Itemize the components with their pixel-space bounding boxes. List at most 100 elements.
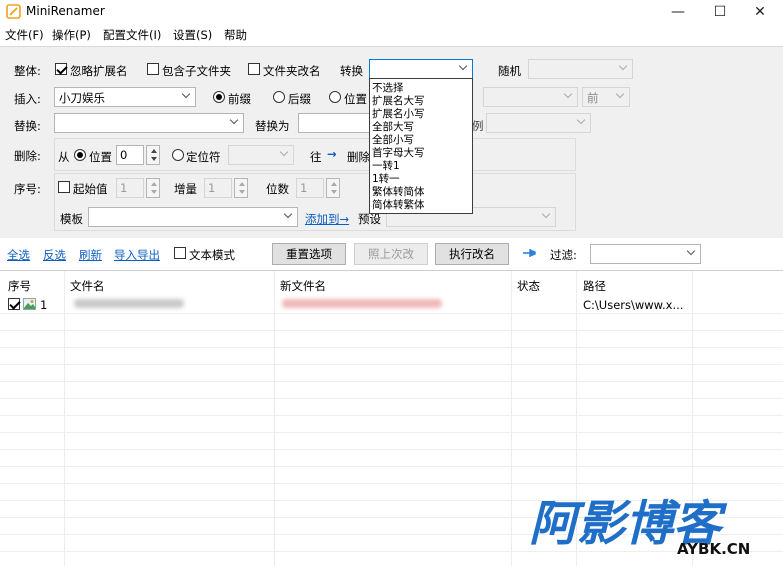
include-subfolders-label: 包含子文件夹 — [162, 64, 231, 78]
refresh-link[interactable]: 刷新 — [79, 247, 102, 263]
header-new-filename[interactable]: 新文件名 — [280, 278, 326, 294]
folder-rename-checkbox[interactable] — [248, 63, 260, 75]
convert-option-all-upper[interactable]: 全部大写 — [372, 121, 414, 134]
row-index: 1 — [40, 298, 48, 312]
header-index[interactable]: 序号 — [8, 278, 31, 294]
convert-option-cn-to-num[interactable]: 一转1 — [372, 160, 400, 173]
select-all-link[interactable]: 全选 — [7, 247, 30, 263]
delete-direction-icon[interactable]: → — [327, 147, 337, 161]
delete-position-input[interactable]: 0 — [116, 145, 144, 165]
insert-text-select[interactable]: 小刀娱乐 — [54, 87, 196, 107]
row-divider — [0, 313, 783, 314]
prefix-radio[interactable] — [213, 91, 225, 103]
suffix-label: 后缀 — [288, 92, 311, 106]
invert-selection-link[interactable]: 反选 — [43, 247, 66, 263]
replace-from-select[interactable] — [54, 113, 244, 133]
random-label: 随机 — [498, 64, 521, 78]
header-status[interactable]: 状态 — [517, 278, 540, 294]
convert-option-num-to-cn[interactable]: 1转一 — [372, 173, 400, 186]
convert-option-simp-to-trad[interactable]: 简体转繁体 — [372, 199, 425, 212]
start-value-value: 1 — [120, 181, 128, 195]
header-filename[interactable]: 文件名 — [70, 278, 105, 294]
increment-input[interactable]: 1 — [204, 178, 232, 198]
import-export-link[interactable]: 导入导出 — [114, 247, 160, 263]
digits-spinner[interactable] — [326, 178, 340, 198]
column-divider — [511, 271, 512, 566]
locator-radio[interactable] — [172, 149, 184, 161]
delete-position-radio[interactable] — [74, 149, 86, 161]
replace-label: 替换: — [14, 119, 41, 133]
start-value-checkbox[interactable] — [58, 181, 70, 193]
redacted-filename — [74, 299, 184, 308]
convert-label: 转换 — [340, 64, 363, 78]
watermark-logo: 阿影博客 AYBK.CN — [529, 496, 750, 558]
menu-operate[interactable]: 操作(P) — [52, 27, 91, 43]
convert-option-ext-lower[interactable]: 扩展名小写 — [372, 108, 425, 121]
text-mode-checkbox[interactable] — [174, 247, 186, 259]
insert-front-select[interactable]: 前 — [582, 87, 630, 107]
column-divider — [64, 271, 65, 566]
include-subfolders-checkbox[interactable] — [147, 63, 159, 75]
filter-select[interactable] — [590, 244, 701, 264]
row-path: C:\Users\www.x... — [583, 298, 684, 312]
position-radio[interactable] — [329, 91, 341, 103]
convert-option-all-lower[interactable]: 全部小写 — [372, 134, 414, 147]
svg-text:AYBK.CN: AYBK.CN — [677, 540, 750, 558]
header-path[interactable]: 路径 — [583, 278, 606, 294]
row-divider — [0, 415, 783, 416]
replace-with-input[interactable] — [298, 113, 370, 133]
folder-rename-label: 文件夹改名 — [263, 64, 321, 78]
chevron-down-icon — [576, 117, 586, 127]
image-file-icon — [23, 298, 36, 310]
menu-settings[interactable]: 设置(S) — [173, 27, 212, 43]
chevron-down-icon — [181, 91, 191, 101]
column-divider — [274, 271, 275, 566]
digits-value: 1 — [300, 181, 308, 195]
menu-file[interactable]: 文件(F) — [5, 27, 44, 43]
row-divider — [0, 381, 783, 382]
reset-options-button[interactable]: 重置选项 — [272, 243, 346, 265]
template-label: 模板 — [60, 212, 83, 226]
add-to-link[interactable]: 添加到→ — [305, 211, 349, 227]
row-checkbox[interactable] — [8, 298, 20, 310]
convert-option-none[interactable]: 不选择 — [372, 82, 404, 95]
locator-select[interactable] — [228, 145, 294, 165]
convert-option-capitalize[interactable]: 首字母大写 — [372, 147, 425, 160]
delete-from-label: 从 — [58, 150, 70, 164]
chevron-down-icon — [686, 248, 696, 258]
insert-position-select[interactable] — [483, 87, 578, 107]
convert-option-trad-to-simp[interactable]: 繁体转简体 — [372, 186, 425, 199]
convert-select[interactable] — [369, 59, 473, 79]
menu-help[interactable]: 帮助 — [224, 27, 247, 43]
replace-partial-label: 例 — [472, 119, 484, 133]
start-value-spinner[interactable] — [146, 178, 160, 198]
row-divider — [0, 449, 783, 450]
close-button[interactable]: ✕ — [737, 0, 783, 24]
row-divider — [0, 347, 783, 348]
digits-input[interactable]: 1 — [296, 178, 324, 198]
convert-option-ext-upper[interactable]: 扩展名大写 — [372, 95, 425, 108]
execute-rename-button[interactable]: 执行改名 — [435, 243, 509, 265]
ignore-ext-checkbox[interactable] — [55, 63, 67, 75]
menu-config[interactable]: 配置文件(I) — [103, 27, 161, 43]
delete-position-spinner[interactable] — [146, 145, 160, 165]
sequence-label: 序号: — [14, 182, 41, 196]
start-value-input[interactable]: 1 — [116, 178, 144, 198]
template-select[interactable] — [88, 207, 298, 227]
delete-word-label: 删除 — [347, 150, 370, 164]
insert-label: 插入: — [14, 92, 41, 106]
chevron-down-icon — [458, 63, 468, 73]
minimize-button[interactable]: — — [655, 0, 701, 24]
delete-position-label: 位置 — [89, 150, 112, 164]
locator-label: 定位符 — [186, 150, 221, 164]
same-as-last-button[interactable]: 照上次改 — [354, 243, 428, 265]
chevron-down-icon — [563, 91, 573, 101]
prefix-label: 前缀 — [228, 92, 251, 106]
suffix-radio[interactable] — [273, 91, 285, 103]
chevron-down-icon — [279, 149, 289, 159]
increment-spinner[interactable] — [234, 178, 248, 198]
convert-dropdown-list: 不选择 扩展名大写 扩展名小写 全部大写 全部小写 首字母大写 一转1 1转一 … — [369, 78, 473, 214]
random-select[interactable] — [528, 59, 633, 79]
pin-icon[interactable] — [522, 247, 538, 259]
replace-mode-select[interactable] — [486, 113, 591, 133]
